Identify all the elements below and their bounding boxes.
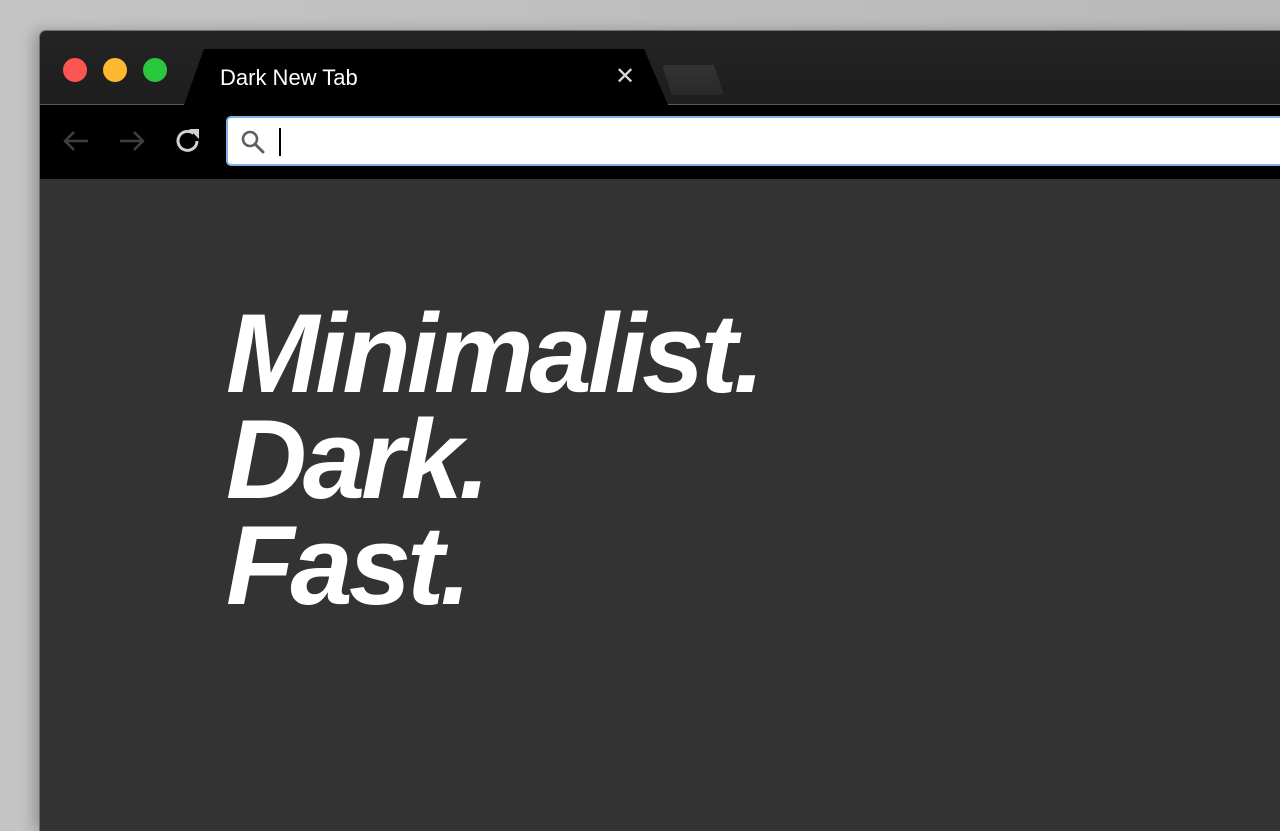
back-button[interactable] [58, 123, 94, 159]
close-icon[interactable]: ✕ [614, 65, 636, 89]
headline-line: Dark. [226, 397, 490, 522]
search-icon [241, 130, 265, 154]
address-input[interactable] [278, 118, 1278, 164]
arrow-right-icon [120, 131, 145, 151]
arrow-left-icon [63, 131, 88, 151]
address-bar[interactable] [226, 116, 1280, 166]
title-bar: Dark New Tab ✕ [40, 31, 1280, 105]
reload-icon [176, 129, 199, 152]
text-cursor [279, 128, 281, 156]
headline-line: Fast. [226, 503, 471, 628]
headline: Minimalist. Dark. Fast. [226, 291, 765, 628]
toolbar [40, 105, 1280, 179]
window-minimize-button[interactable] [103, 58, 127, 82]
window-close-button[interactable] [63, 58, 87, 82]
new-tab-button[interactable] [662, 65, 724, 95]
tab-dark-new-tab[interactable]: Dark New Tab ✕ [184, 49, 668, 105]
forward-button[interactable] [114, 123, 150, 159]
headline-line: Minimalist. [226, 291, 765, 416]
page-content: Minimalist. Dark. Fast. [40, 179, 1280, 831]
reload-button[interactable] [170, 123, 206, 159]
browser-window: Dark New Tab ✕ Minimalist. Dark. Fast. [40, 31, 1280, 831]
window-maximize-button[interactable] [143, 58, 167, 82]
tab-title: Dark New Tab [220, 65, 358, 90]
